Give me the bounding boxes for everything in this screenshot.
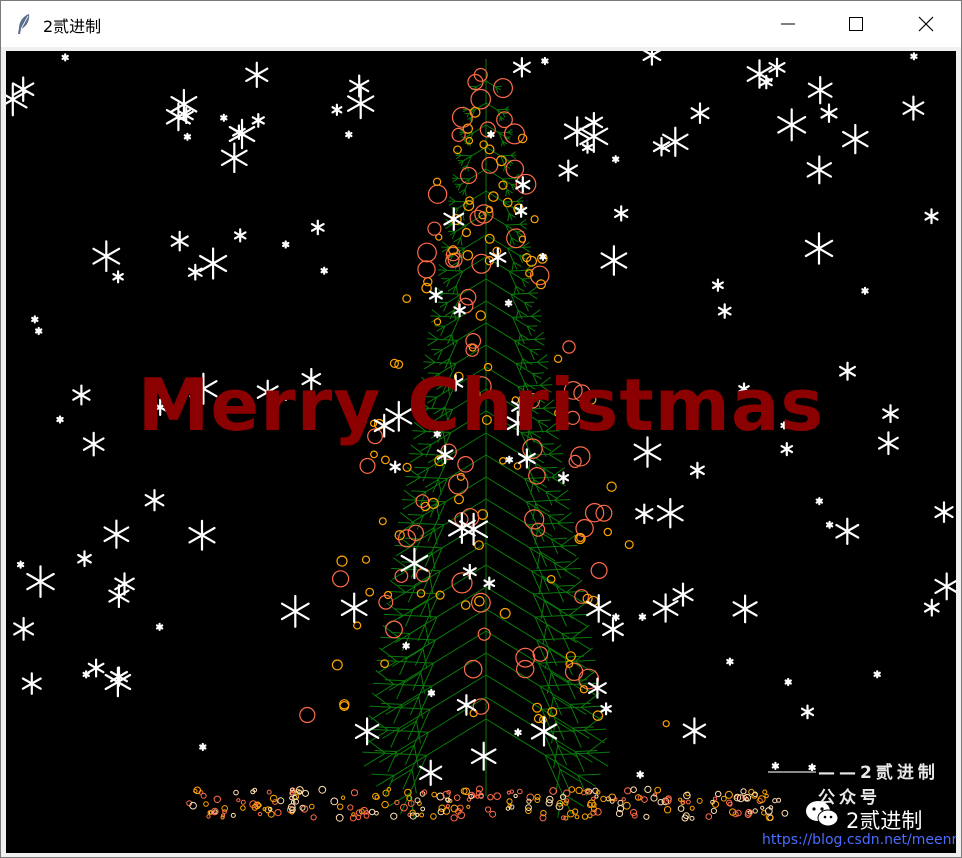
close-icon	[918, 16, 934, 32]
window-title: 2贰进制	[43, 17, 102, 36]
christmas-scene	[6, 51, 956, 822]
app-window: 2贰进制 Merry Christmas ——2贰进制公众号 2贰进制 http…	[0, 0, 962, 858]
wechat-icon	[806, 801, 839, 827]
ground-ornaments	[186, 785, 789, 822]
title-bar[interactable]: 2贰进制	[1, 1, 961, 47]
minimize-button[interactable]	[765, 1, 811, 47]
maximize-icon	[849, 17, 863, 31]
minimize-icon	[781, 23, 795, 25]
merry-christmas-text: Merry Christmas	[137, 363, 825, 447]
watermark-url[interactable]: https://blog.csdn.net/meenr	[762, 832, 956, 848]
drawing-canvas[interactable]: Merry Christmas ——2贰进制公众号 2贰进制 https://b…	[6, 51, 956, 853]
feather-icon	[18, 14, 30, 34]
maximize-button[interactable]	[833, 1, 879, 47]
signature-dash	[768, 771, 816, 773]
watermark-name: 2贰进制	[846, 809, 923, 833]
close-button[interactable]	[903, 1, 949, 47]
